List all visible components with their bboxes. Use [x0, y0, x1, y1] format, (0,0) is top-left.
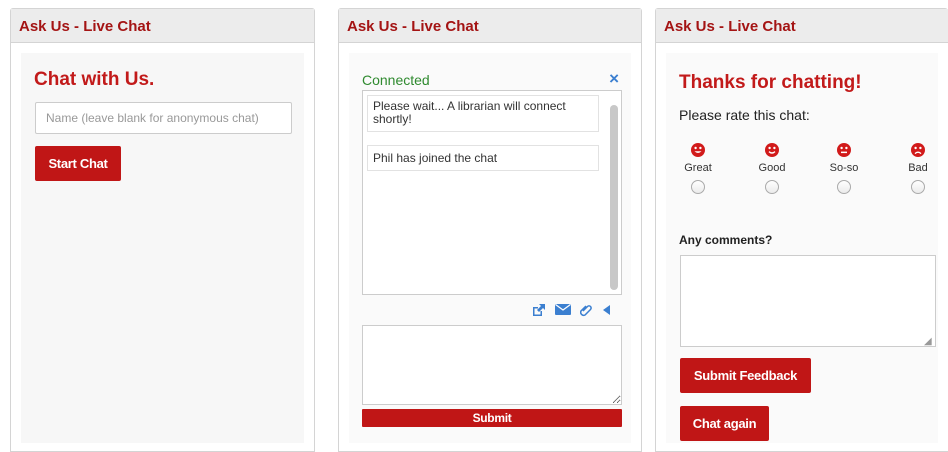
smile-icon [765, 143, 779, 157]
panel-header: Ask Us - Live Chat [339, 9, 641, 43]
resize-grip-icon[interactable]: ◢ [924, 336, 932, 347]
scrollbar-thumb[interactable] [610, 105, 618, 290]
connection-status: Connected [362, 72, 430, 88]
panel-body: Chat with Us. Start Chat [21, 53, 304, 443]
close-icon[interactable]: × [609, 69, 619, 89]
rating-label: Good [758, 162, 786, 174]
submit-message-button[interactable]: Submit [362, 409, 622, 427]
collapse-arrow-icon[interactable] [602, 303, 610, 319]
chat-message: Please wait... A librarian will connect … [367, 95, 599, 132]
panel-header: Ask Us - Live Chat [656, 9, 948, 43]
panel-header: Ask Us - Live Chat [11, 9, 314, 43]
comments-input[interactable] [680, 255, 936, 347]
name-input[interactable] [35, 102, 292, 134]
frown-icon [911, 143, 925, 157]
rating-radio-good[interactable] [765, 180, 779, 194]
rating-radio-bad[interactable] [911, 180, 925, 194]
chat-log[interactable]: Please wait... A librarian will connect … [362, 90, 622, 295]
external-link-icon[interactable] [531, 303, 546, 319]
rating-option-so-so[interactable]: So-so [819, 143, 869, 194]
chat-toolbar [531, 303, 610, 319]
chat-panel-start: Ask Us - Live Chat Chat with Us. Start C… [10, 8, 315, 452]
chat-message: Phil has joined the chat [367, 145, 599, 171]
chat-title: Chat with Us. [34, 69, 155, 90]
rating-label: So-so [829, 162, 859, 174]
panel-body: Thanks for chatting! Please rate this ch… [666, 53, 938, 443]
rating-label: Bad [908, 162, 928, 174]
rating-radio-so-so[interactable] [837, 180, 851, 194]
rating-option-bad[interactable]: Bad [893, 143, 943, 194]
rating-radio-great[interactable] [691, 180, 705, 194]
submit-feedback-button[interactable]: Submit Feedback [680, 358, 811, 393]
rating-label: Great [684, 162, 712, 174]
panel-body: Connected × Please wait... A librarian w… [349, 53, 631, 443]
email-icon[interactable] [555, 303, 571, 319]
chat-panel-active: Ask Us - Live Chat Connected × Please wa… [338, 8, 642, 452]
start-chat-button[interactable]: Start Chat [35, 146, 121, 181]
message-input[interactable] [362, 325, 622, 405]
smile-icon [691, 143, 705, 157]
neutral-face-icon [837, 143, 851, 157]
chat-again-button[interactable]: Chat again [680, 406, 769, 441]
rate-prompt: Please rate this chat: [679, 107, 810, 123]
comments-label: Any comments? [679, 233, 773, 247]
rating-option-good[interactable]: Good [747, 143, 797, 194]
chat-panel-feedback: Ask Us - Live Chat Thanks for chatting! … [655, 8, 948, 452]
paperclip-icon[interactable] [579, 303, 593, 319]
thanks-title: Thanks for chatting! [679, 72, 862, 93]
rating-option-great[interactable]: Great [673, 143, 723, 194]
